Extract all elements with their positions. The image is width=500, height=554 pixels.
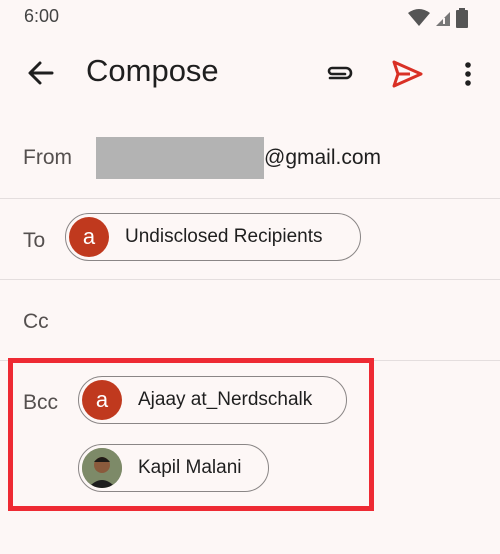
page-title: Compose: [86, 53, 219, 88]
to-label: To: [23, 229, 46, 252]
from-email-suffix: @gmail.com: [264, 146, 382, 169]
status-icons: [408, 8, 468, 28]
avatar: a: [69, 217, 109, 257]
redacted-email-block: [96, 137, 264, 179]
to-row[interactable]: To a Undisclosed Recipients: [0, 199, 500, 280]
recipient-name: Undisclosed Recipients: [125, 226, 323, 247]
attachment-icon[interactable]: [322, 58, 356, 92]
cc-label: Cc: [23, 310, 49, 333]
signal-icon: [436, 12, 450, 26]
send-icon[interactable]: [388, 56, 426, 92]
app-bar: Compose: [0, 40, 500, 108]
from-row[interactable]: From @gmail.com: [0, 118, 500, 199]
back-arrow-icon[interactable]: [24, 56, 58, 90]
more-options-icon[interactable]: [456, 57, 480, 91]
wifi-icon: [408, 9, 430, 26]
recipient-chip[interactable]: a Undisclosed Recipients: [65, 213, 361, 261]
highlight-box: [8, 358, 374, 511]
from-label: From: [23, 146, 72, 169]
cc-row[interactable]: Cc: [0, 280, 500, 361]
status-time: 6:00: [24, 6, 60, 26]
status-bar: 6:00: [0, 0, 500, 36]
battery-icon: [456, 8, 468, 28]
